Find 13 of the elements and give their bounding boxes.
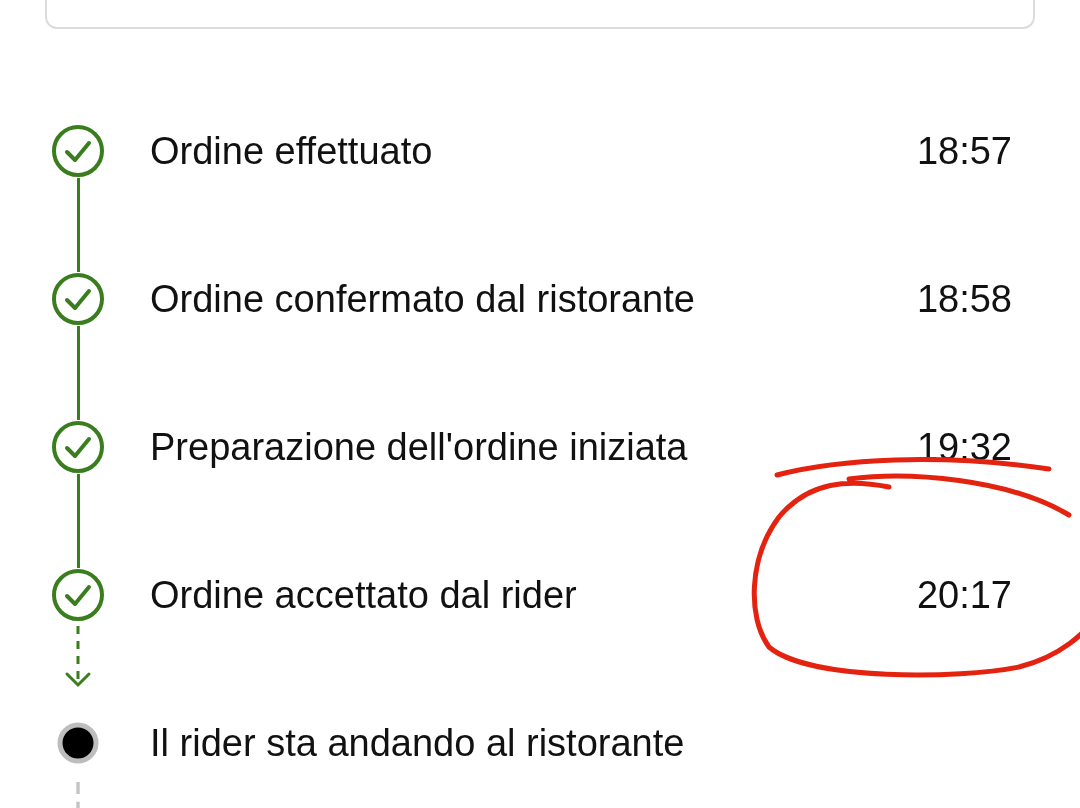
step-label: Ordine confermato dal ristorante bbox=[150, 276, 696, 322]
step-time: 18:57 bbox=[916, 129, 1012, 172]
step-label: Ordine effettuato bbox=[150, 128, 434, 174]
step-label: Preparazione dell'ordine iniziata bbox=[150, 424, 689, 470]
check-circle-icon bbox=[51, 568, 105, 622]
step-label: Il rider sta andando al ristorante bbox=[150, 720, 686, 766]
dashed-arrow-icon bbox=[63, 626, 93, 688]
step-time: 20:17 bbox=[916, 573, 1012, 616]
step-time: 18:58 bbox=[916, 277, 1012, 320]
check-circle-icon bbox=[51, 420, 105, 474]
check-circle-icon bbox=[51, 124, 105, 178]
step-label: Ordine accettato dal rider bbox=[150, 572, 578, 618]
check-circle-icon bbox=[51, 272, 105, 326]
